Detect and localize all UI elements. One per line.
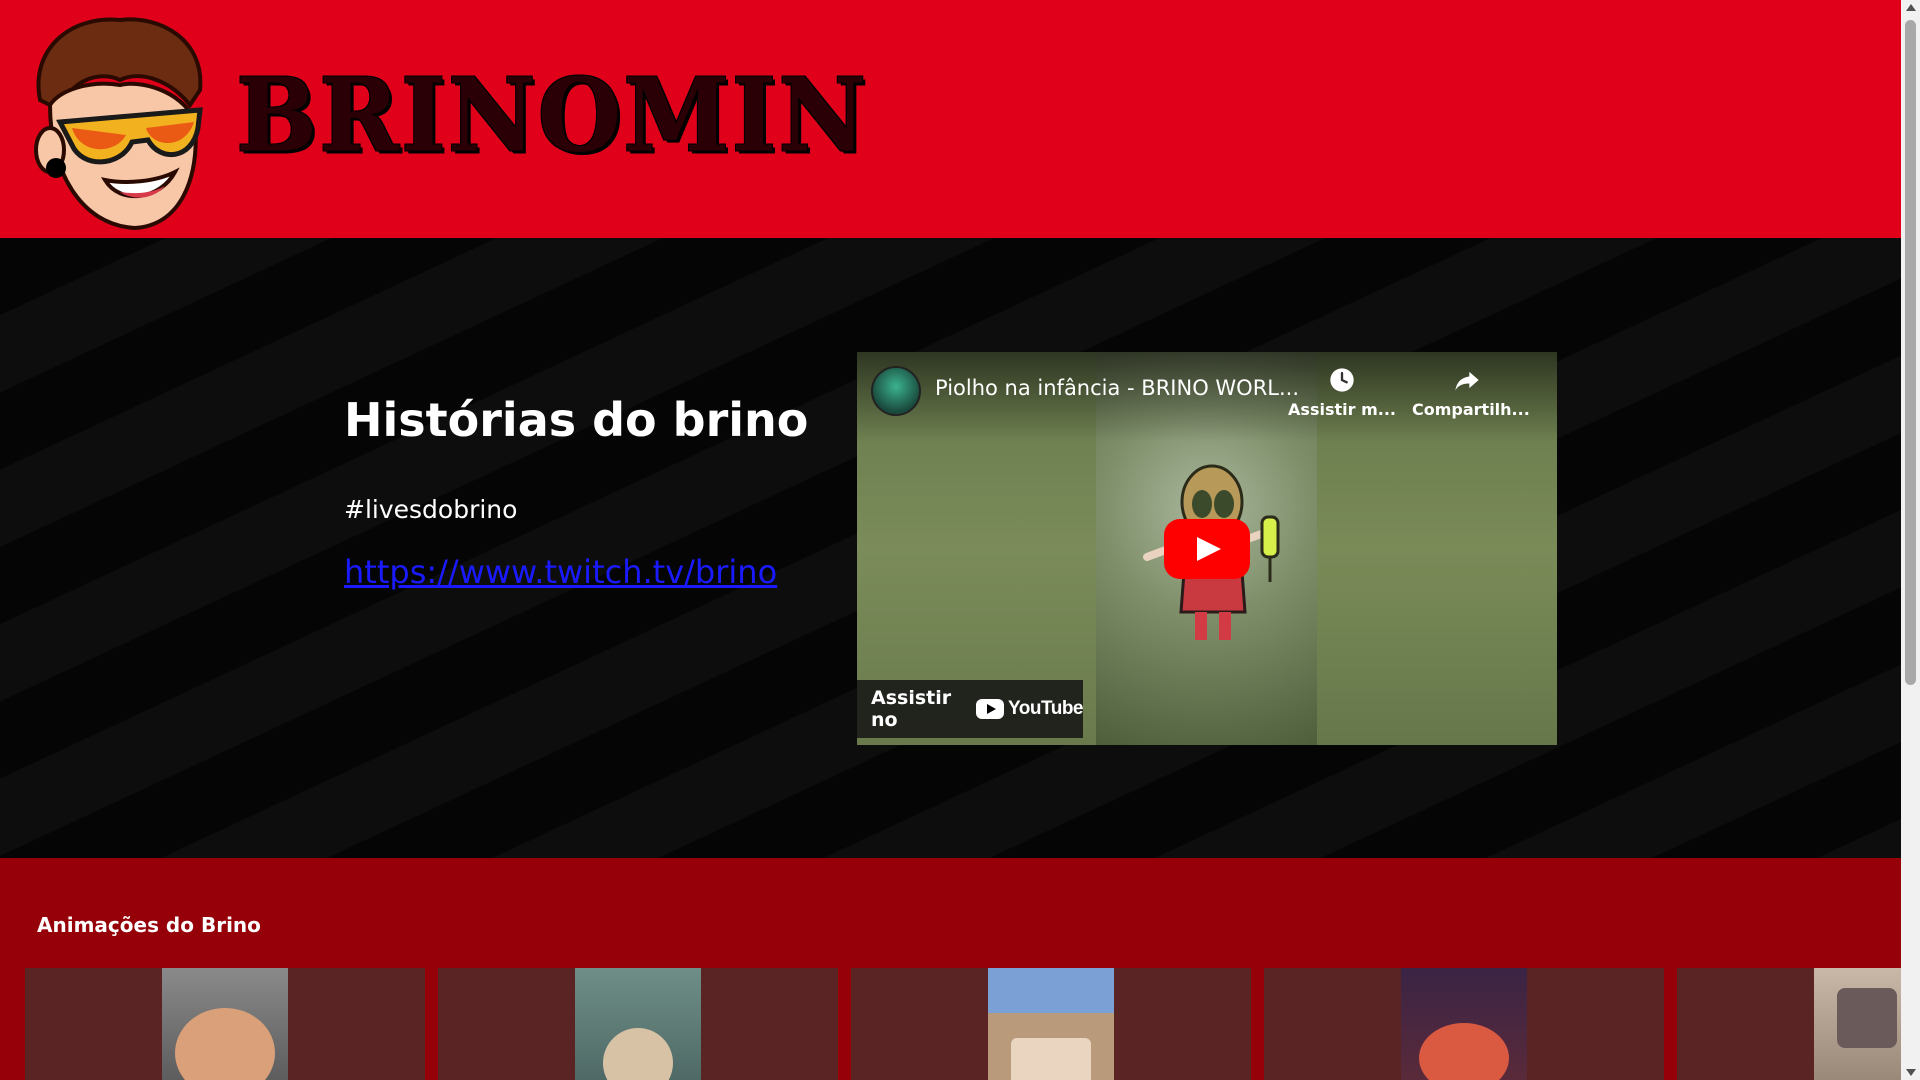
brino-avatar-icon[interactable]	[20, 10, 214, 232]
share-icon	[1455, 371, 1479, 391]
scrollbar-thumb[interactable]	[1905, 20, 1916, 685]
animation-thumbnail[interactable]	[851, 968, 1251, 1080]
share-button[interactable]: Compartilh...	[1412, 366, 1530, 419]
watch-later-button[interactable]: Assistir m...	[1287, 366, 1397, 419]
site-header: BRINOMIN	[0, 0, 1901, 238]
youtube-logo: YouTube	[976, 698, 1083, 720]
scroll-down-arrow-icon[interactable]	[1906, 1069, 1916, 1076]
animations-title: Animações do Brino	[37, 913, 261, 937]
animations-section: Animações do Brino	[0, 858, 1901, 1080]
animation-thumbnail[interactable]	[1264, 968, 1664, 1080]
channel-avatar[interactable]	[871, 366, 921, 416]
clock-icon	[1330, 368, 1354, 392]
hero-section: Histórias do brino #livesdobrino https:/…	[0, 238, 1901, 858]
video-title[interactable]: Piolho na infância - BRINO WORL...	[935, 376, 1299, 400]
watch-on-label: Assistir no	[871, 687, 952, 731]
play-button[interactable]	[1164, 519, 1250, 579]
hero-hashtag: #livesdobrino	[344, 495, 518, 524]
watch-on-youtube-button[interactable]: Assistir no YouTube	[857, 680, 1083, 738]
brand-logo-text[interactable]: BRINOMIN	[236, 56, 868, 175]
animation-thumbnail[interactable]	[1677, 968, 1901, 1080]
page-scrollbar[interactable]	[1901, 0, 1920, 1080]
twitch-link[interactable]: https://www.twitch.tv/brino	[344, 553, 777, 591]
youtube-play-icon	[976, 699, 1005, 719]
animations-carousel	[25, 968, 1901, 1080]
watch-later-label: Assistir m...	[1288, 400, 1396, 419]
youtube-embed[interactable]: Piolho na infância - BRINO WORL... Assis…	[857, 352, 1557, 745]
hero-title: Histórias do brino	[344, 393, 809, 447]
animation-thumbnail[interactable]	[438, 968, 838, 1080]
scroll-up-arrow-icon[interactable]	[1906, 4, 1916, 11]
share-label: Compartilh...	[1412, 400, 1530, 419]
youtube-wordmark: YouTube	[1008, 698, 1083, 719]
animation-thumbnail[interactable]	[25, 968, 425, 1080]
